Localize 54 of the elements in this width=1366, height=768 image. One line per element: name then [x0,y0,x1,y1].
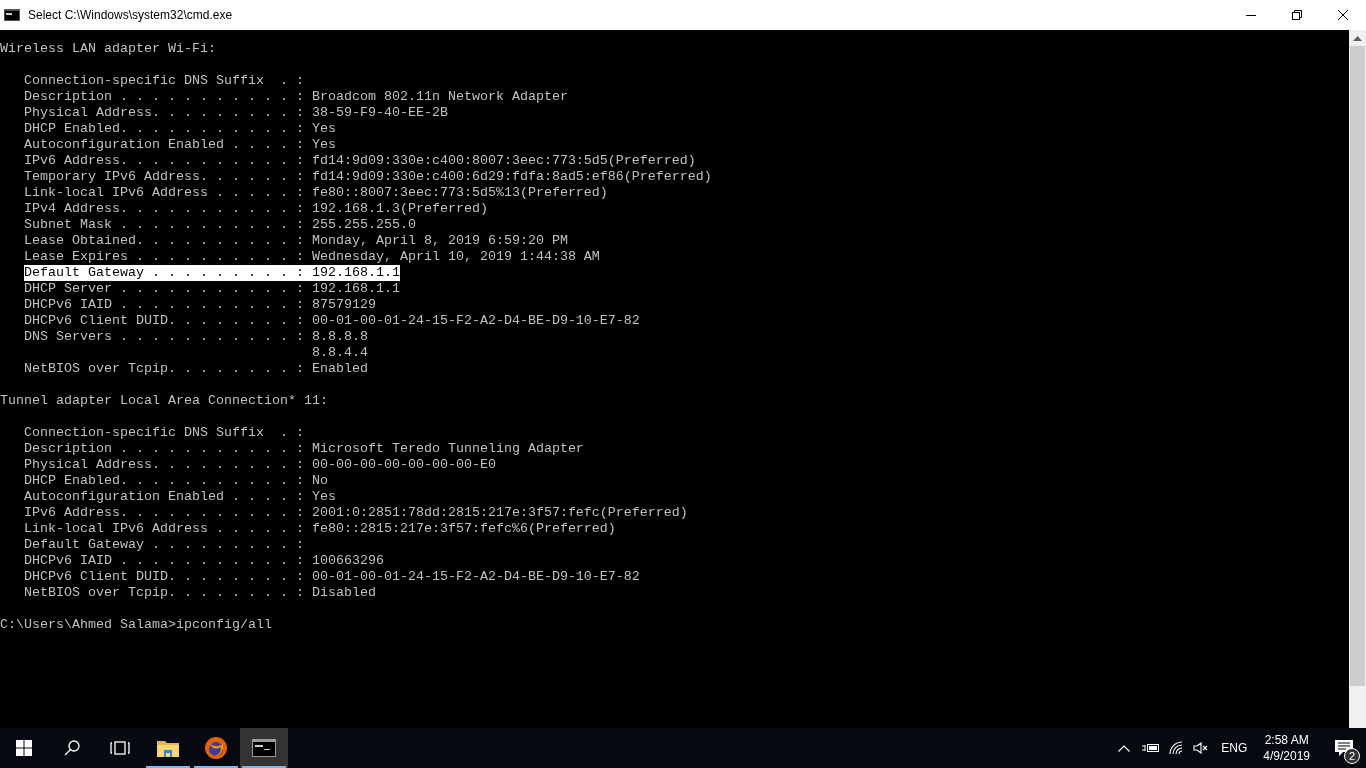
output-line: NetBIOS over Tcpip. . . . . . . . : Enabled [24,361,368,377]
output-line: DNS Servers . . . . . . . . . . . : 8.8.8.8 [24,329,368,345]
output-line: DHCP Enabled. . . . . . . . . . . : No [24,473,328,489]
close-icon [1338,10,1348,20]
output-line: Autoconfiguration Enabled . . . . : Yes [24,137,336,153]
output-line: Subnet Mask . . . . . . . . . . . : 255.255.255.0 [24,217,416,233]
clock[interactable]: 2:58 AM 4/9/2019 [1263,732,1310,764]
output-line: Description . . . . . . . . . . . : Microsoft Teredo Tunneling Adapter [24,441,584,457]
output-line: Connection-specific DNS Suffix . : [24,425,304,441]
output-line: NetBIOS over Tcpip. . . . . . . . : Disabled [24,585,376,601]
scrollbar[interactable] [1349,30,1366,728]
terminal-icon [4,9,20,21]
output-line: DHCPv6 IAID . . . . . . . . . . . : 87579129 [24,297,376,313]
command-prompt: C:\Users\Ahmed Salama>ipconfig/all [0,617,272,633]
output-line: IPv6 Address. . . . . . . . . . . : fd14:9d09:330e:c400:8007:3eec:773:5d5(Preferred) [24,153,696,169]
output-line: Lease Expires . . . . . . . . . . : Wednesday, April 10, 2019 1:44:38 AM [24,249,600,265]
output-line: Physical Address. . . . . . . . . : 00-00-00-00-00-00-00-E0 [24,457,496,473]
notification-count: 2 [1344,748,1360,764]
folder-icon [157,739,179,757]
search-icon [64,740,80,756]
output-line: Description . . . . . . . . . . . : Broadcom 802.11n Network Adapter [24,89,568,105]
section-heading: Wireless LAN adapter Wi-Fi: [0,41,216,57]
window-title: Select C:\Windows\system32\cmd.exe [28,7,233,24]
output-line: Link-local IPv6 Address . . . . . : fe80::2815:217e:3f57:fefc%6(Preferred) [24,521,616,537]
output-line: DHCPv6 IAID . . . . . . . . . . . : 100663296 [24,553,384,569]
output-line: DHCPv6 Client DUID. . . . . . . . : 00-01-00-01-24-15-F2-A2-D4-BE-D9-10-E7-82 [24,569,640,585]
section-heading: Tunnel adapter Local Area Connection* 11: [0,393,328,409]
scroll-thumb[interactable] [1350,46,1365,686]
output-line: Link-local IPv6 Address . . . . . : fe80::8007:3eec:773:5d5%13(Preferred) [24,185,608,201]
wifi-icon[interactable] [1169,741,1184,755]
output-line: Autoconfiguration Enabled . . . . : Yes [24,489,336,505]
windows-logo-icon [16,740,32,756]
fox-globe-icon [204,736,228,760]
output-line: Connection-specific DNS Suffix . : [24,73,304,89]
output-line: Lease Obtained. . . . . . . . . . : Monday, April 8, 2019 6:59:20 PM [24,233,568,249]
scroll-up-icon[interactable] [1353,36,1362,41]
output-line: Physical Address. . . . . . . . . : 38-59-F9-40-EE-2B [24,105,448,121]
output-line: DHCP Server . . . . . . . . . . . : 192.168.1.1 [24,281,400,297]
task-view-icon [110,741,130,755]
chevron-up-icon[interactable] [1118,744,1131,752]
output-line: DHCPv6 Client DUID. . . . . . . . : 00-01-00-01-24-15-F2-A2-D4-BE-D9-10-E7-82 [24,313,640,329]
muted-speaker-icon[interactable] [1193,742,1210,754]
output-line: Default Gateway . . . . . . . . . : [24,537,304,553]
output-line: 8.8.4.4 [312,345,368,361]
battery-icon[interactable] [1142,743,1161,753]
minimize-icon [1246,14,1256,16]
output-line: Temporary IPv6 Address. . . . . . : fd14:9d09:330e:c400:6d29:fdfa:8ad5:ef86(Preferred) [24,169,712,185]
output-line: IPv6 Address. . . . . . . . . . . : 2001:0:2851:78dd:2815:217e:3f57:fefc(Preferred) [24,505,688,521]
restore-icon [1292,10,1302,20]
language-indicator[interactable]: ENG [1221,739,1248,757]
output-line: IPv4 Address. . . . . . . . . . . : 192.168.1.3(Preferred) [24,201,488,217]
output-line: DHCP Enabled. . . . . . . . . . . : Yes [24,121,336,137]
taskbar-app[interactable] [240,728,288,768]
terminal-icon [252,739,276,757]
